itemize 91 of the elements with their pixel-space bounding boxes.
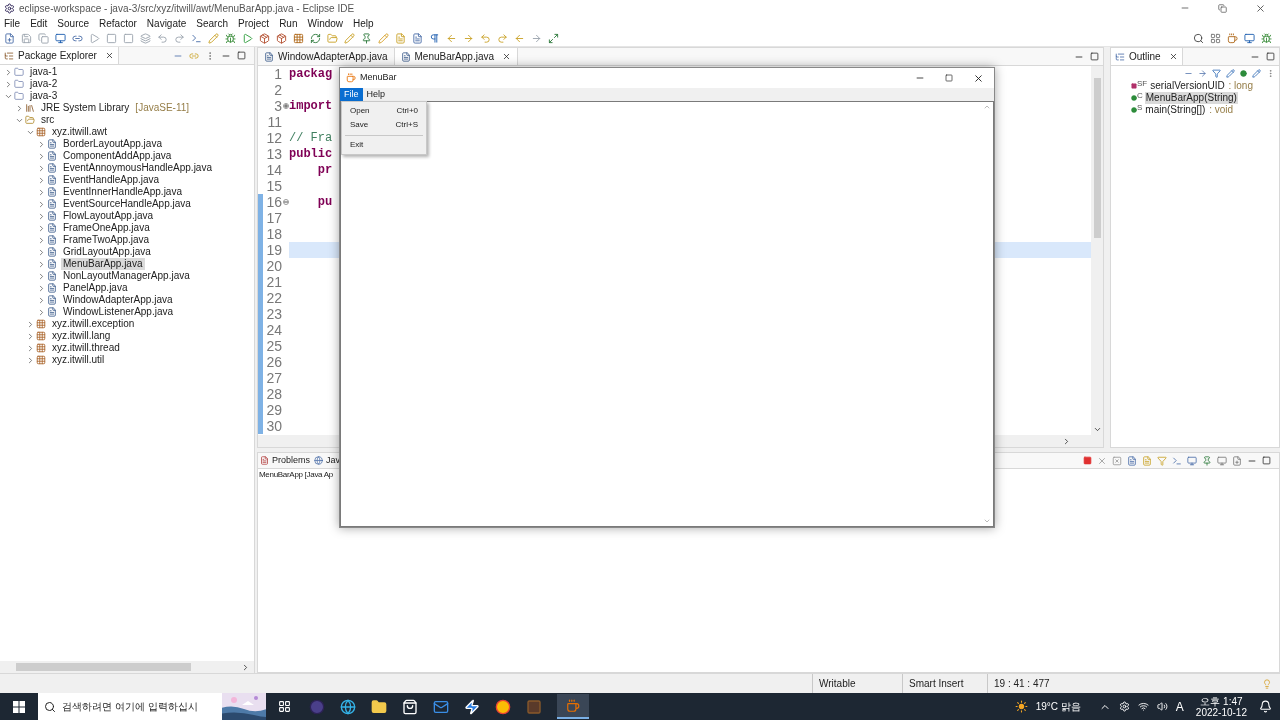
- window-title: MenuBar: [360, 71, 397, 85]
- tree-item[interactable]: GridLayoutApp.java: [61, 246, 153, 258]
- line-number: 19: [265, 242, 282, 258]
- clock-date: 2022-10-12: [1195, 706, 1247, 718]
- menu-item[interactable]: Refactor: [99, 15, 137, 31]
- tree-item[interactable]: xyz.itwill.util: [50, 354, 107, 366]
- menu-item[interactable]: Save Ctrl+S: [342, 118, 426, 132]
- tree-item[interactable]: FrameTwoApp.java: [61, 234, 152, 246]
- line-number: 30: [265, 418, 282, 434]
- modifier-label: S: [1137, 104, 1143, 112]
- line-number: 14: [265, 162, 282, 178]
- search-bar[interactable]: 검색하려면 여기에 입력하십시: [38, 693, 266, 720]
- line-number: 16: [265, 194, 282, 210]
- line-number: 25: [265, 338, 282, 354]
- tree-item[interactable]: PanelApp.java: [61, 282, 130, 294]
- line-number: 17: [265, 210, 282, 226]
- line-number: 28: [265, 386, 282, 402]
- tree-item[interactable]: MenuBarApp.java: [61, 258, 145, 270]
- tree-item[interactable]: EventAnnoymousHandleApp.java: [61, 162, 214, 174]
- modifier-label: SF: [1137, 80, 1148, 88]
- line-number: 27: [265, 370, 282, 386]
- search-input[interactable]: 검색하려면 여기에 입력하십시: [62, 699, 212, 714]
- tree-item[interactable]: xyz.itwill.lang: [50, 330, 113, 342]
- tree-item[interactable]: xyz.itwill.thread: [50, 342, 122, 354]
- code-line: public: [289, 146, 333, 163]
- clock-time: 오후 1:47: [1200, 695, 1243, 707]
- editor-tab[interactable]: MenuBarApp.java: [394, 48, 518, 65]
- modifier-label: C: [1137, 92, 1143, 100]
- tree-item[interactable]: src: [39, 114, 57, 126]
- tree-item[interactable]: WindowListenerApp.java: [61, 306, 176, 318]
- outline-item[interactable]: serialVersionUID: [1149, 80, 1226, 92]
- line-number: 21: [265, 274, 282, 290]
- code-line: pr: [316, 162, 333, 179]
- tree-item[interactable]: ComponentAddApp.java: [61, 150, 174, 162]
- tree-item[interactable]: xyz.itwill.awt: [50, 126, 109, 138]
- weather-text[interactable]: 19°C 맑음: [1035, 699, 1081, 714]
- panel-tab[interactable]: Jav: [312, 453, 343, 468]
- menu-item[interactable]: Help: [353, 15, 374, 31]
- code-line: // Fra: [289, 130, 333, 147]
- tree-item[interactable]: EventSourceHandleApp.java: [61, 198, 193, 210]
- type-label: : void: [1208, 104, 1234, 116]
- menu-item[interactable]: Search: [196, 15, 228, 31]
- menu-item[interactable]: Run: [279, 15, 298, 31]
- tree-item[interactable]: JRE System Library: [39, 102, 132, 114]
- tree-item[interactable]: java-2: [28, 78, 60, 90]
- tree-item[interactable]: WindowAdapterApp.java: [61, 294, 175, 306]
- menu-item[interactable]: Edit: [30, 15, 48, 31]
- line-number: 18: [265, 226, 282, 242]
- line-number: 12: [265, 130, 282, 146]
- menu-item[interactable]: Project: [238, 15, 270, 31]
- line-number: 1: [273, 66, 282, 82]
- type-label: : long: [1227, 80, 1253, 92]
- tree-item[interactable]: FlowLayoutApp.java: [61, 210, 156, 222]
- code-line: import: [289, 98, 333, 115]
- menu-item[interactable]: File: [340, 88, 363, 101]
- code-line: packag: [289, 66, 333, 83]
- menu-item[interactable]: Help: [362, 88, 390, 101]
- tree-item[interactable]: NonLayoutManagerApp.java: [61, 270, 192, 282]
- line-number: 29: [265, 402, 282, 418]
- console-title: MenuBarApp [Java Ap: [258, 469, 333, 481]
- tree-item[interactable]: EventInnerHandleApp.java: [61, 186, 184, 198]
- menu-item[interactable]: File: [4, 15, 21, 31]
- line-number: 20: [265, 258, 282, 274]
- tree-item[interactable]: java-1: [28, 66, 60, 78]
- outline-item[interactable]: main(String[]): [1144, 104, 1207, 116]
- line-number: 13: [265, 146, 282, 162]
- library-version: [JavaSE-11]: [135, 102, 190, 114]
- clock[interactable]: 오후 1:47 2022-10-12: [1195, 695, 1247, 718]
- line-number: 15: [265, 178, 282, 194]
- tree-item[interactable]: FrameOneApp.java: [61, 222, 152, 234]
- menu-item[interactable]: Source: [57, 15, 90, 31]
- line-number: 2: [273, 82, 282, 98]
- menu-item[interactable]: Exit: [342, 138, 426, 152]
- line-number: 23: [265, 306, 282, 322]
- line-number: 3: [273, 98, 282, 114]
- tree-item[interactable]: EventHandleApp.java: [61, 174, 162, 186]
- line-number: 22: [265, 290, 282, 306]
- panel-tab[interactable]: Problems: [258, 453, 312, 468]
- tree-item[interactable]: BorderLayoutApp.java: [61, 138, 164, 150]
- tree-item[interactable]: xyz.itwill.exception: [50, 318, 137, 330]
- code-line: pu: [316, 194, 333, 211]
- menu-item[interactable]: Navigate: [146, 15, 187, 31]
- outline-item[interactable]: MenuBarApp(String): [1144, 92, 1238, 104]
- tree-item[interactable]: java-3: [28, 90, 60, 102]
- line-number: 11: [266, 114, 282, 130]
- menu-item[interactable]: Open Ctrl+0: [342, 104, 426, 118]
- menu-item[interactable]: Window: [307, 15, 344, 31]
- line-number: 24: [265, 322, 282, 338]
- line-number: 26: [265, 354, 282, 370]
- window-title: eclipse-workspace - java-3/src/xyz/itwill/awt/MenuBarApp.java - Eclipse IDE: [19, 1, 355, 16]
- input-mode-indicator[interactable]: A: [1175, 697, 1184, 716]
